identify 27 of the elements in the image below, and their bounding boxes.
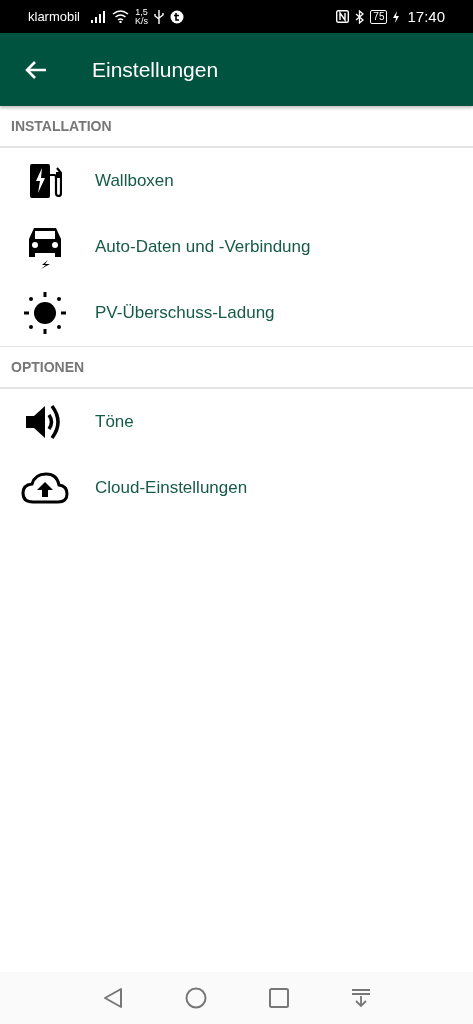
battery-level: 75 xyxy=(370,9,388,24)
settings-item[interactable]: Töne xyxy=(0,389,473,455)
home-nav-icon[interactable] xyxy=(184,987,207,1009)
sun-icon xyxy=(22,291,67,335)
back-arrow-icon xyxy=(25,59,47,80)
nfc-icon xyxy=(336,10,350,23)
speed-unit: K/s xyxy=(135,16,149,26)
cloud-upload-icon xyxy=(20,472,69,504)
clock: 17:40 xyxy=(407,8,445,25)
charging-station-icon xyxy=(27,163,62,199)
settings-item[interactable]: Wallboxen xyxy=(0,148,473,214)
speed-value: 1,5 xyxy=(135,7,148,17)
recents-nav-icon[interactable] xyxy=(268,988,289,1008)
notification-icon xyxy=(170,9,185,24)
notification-pull-icon[interactable] xyxy=(350,988,371,1008)
back-nav-icon[interactable] xyxy=(102,987,123,1009)
settings-item[interactable]: Cloud-Einstellungen xyxy=(0,455,473,521)
usb-icon xyxy=(154,9,165,24)
bluetooth-icon xyxy=(355,9,365,24)
section-header: OPTIONEN xyxy=(0,346,473,389)
charging-icon xyxy=(393,10,400,23)
wifi-icon xyxy=(112,10,129,23)
screen-title: Einstellungen xyxy=(92,57,219,82)
carrier-name: klarmobil xyxy=(28,9,80,24)
settings-item[interactable]: Auto-Daten und -Verbindung xyxy=(0,214,473,280)
settings-item[interactable]: PV-Überschuss-Ladung xyxy=(0,280,473,346)
signal-icon xyxy=(90,10,106,23)
